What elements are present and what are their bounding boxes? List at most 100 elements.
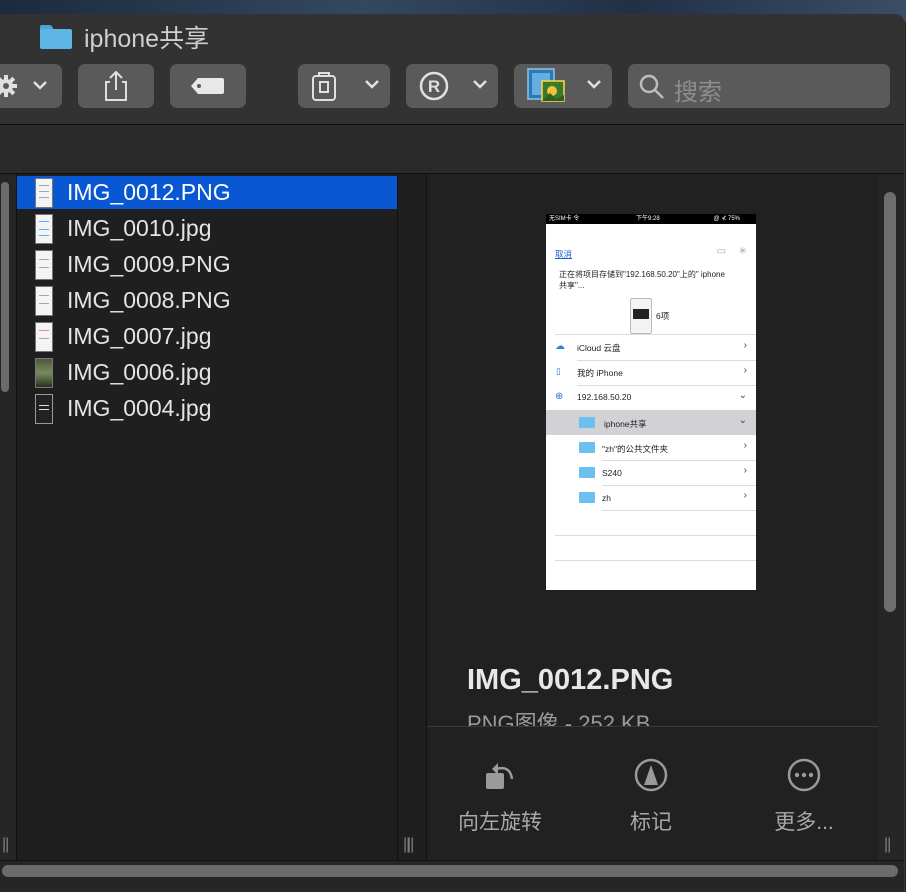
phone-spinner-icon: ✳ (738, 246, 747, 257)
rotate-left-button[interactable]: 向左旋转 (440, 757, 560, 836)
phone-divider (555, 560, 756, 561)
preview-scrollbar[interactable]: || (878, 174, 904, 860)
file-name: IMG_0004.jpg (67, 395, 212, 421)
more-label: 更多... (774, 811, 834, 834)
phone-divider (602, 460, 756, 461)
chevron-right-icon: › (743, 440, 747, 451)
file-list: IMG_0012.PNG IMG_0010.jpg IMG_0009.PNG I… (17, 174, 410, 860)
path-bar (0, 125, 904, 174)
tag-button[interactable] (170, 64, 246, 108)
chevron-right-icon: › (743, 365, 747, 376)
phone-status-time: 下午9:28 (636, 216, 660, 222)
photo-film-icon (527, 68, 565, 102)
phone-folder-label: iphone共享 (604, 419, 647, 429)
chevron-right-icon: › (743, 340, 747, 351)
column-resize-handle[interactable]: || (884, 836, 891, 854)
file-row-img-0008[interactable]: IMG_0008.PNG (17, 284, 397, 317)
preview-scrollbar-knob[interactable] (884, 192, 896, 612)
chevron-down-icon: ⌄ (738, 415, 747, 426)
chevron-down-icon: ⌄ (738, 390, 747, 401)
window-title: iphone共享 (40, 20, 209, 54)
file-thumbnail (35, 213, 53, 244)
phone-location-label: 我的 iPhone (577, 368, 623, 378)
more-icon (787, 758, 821, 792)
share-button[interactable] (78, 64, 154, 108)
search-input[interactable]: 搜索 (674, 72, 722, 107)
globe-icon: ⊕ (555, 391, 564, 402)
phone-status-left: 无SIM卡 令 (549, 216, 580, 222)
file-thumbnail (35, 393, 53, 424)
tag-icon (191, 78, 224, 94)
more-button[interactable]: 更多... (744, 757, 864, 836)
chevron-right-icon: › (743, 490, 747, 501)
phone-count: 6项 (656, 311, 670, 321)
chevron-down-icon (473, 80, 487, 89)
registered-dropdown-button[interactable]: R (406, 64, 498, 108)
file-thumbnail (35, 285, 53, 316)
share-icon (105, 70, 127, 101)
app-dropdown-button[interactable] (298, 64, 390, 108)
phone-status-bar: 无SIM卡 令 下午9:28 @ ⊀ 75% (546, 214, 756, 224)
horizontal-scrollbar-knob[interactable] (2, 865, 898, 877)
phone-status-right: @ ⊀ 75% (713, 216, 740, 222)
phone-folder-label: zh (602, 493, 611, 503)
folder-icon (579, 417, 595, 428)
phone-icon: ▯ (556, 366, 561, 376)
file-name: IMG_0008.PNG (67, 287, 231, 313)
file-name: IMG_0007.jpg (67, 323, 212, 349)
file-row-img-0004[interactable]: IMG_0004.jpg (17, 392, 397, 425)
preview-file-info: PNG图像 - 252 KB (467, 711, 651, 728)
phone-file-thumbnail (630, 298, 652, 334)
phone-new-folder-icon: ▭ (716, 246, 726, 257)
file-row-img-0009[interactable]: IMG_0009.PNG (17, 248, 397, 281)
phone-save-sheet: 取消 ▭ ✳ 正在将项目存储到"192.168.50.20"上的" iphone… (546, 226, 756, 590)
folder-icon (579, 467, 595, 478)
rotate-left-label: 向左旋转 (458, 811, 542, 834)
search-icon (639, 74, 664, 99)
chevron-right-icon: › (743, 465, 747, 476)
horizontal-scrollbar[interactable] (0, 860, 904, 892)
chevron-down-icon (365, 80, 379, 89)
markup-icon (634, 758, 668, 792)
phone-folder-label: "zh"的公共文件夹 (602, 444, 669, 454)
phone-message: 正在将项目存储到"192.168.50.20"上的" iphone (559, 270, 725, 279)
toolbar: iphone共享 R 搜索 (0, 14, 904, 125)
phone-folder-label: S240 (602, 468, 622, 478)
file-name: IMG_0006.jpg (67, 359, 212, 385)
phone-location-label: iCloud 云盘 (577, 343, 621, 353)
markup-button[interactable]: 标记 (591, 757, 711, 836)
phone-divider (577, 385, 756, 386)
phone-divider (602, 485, 756, 486)
folder-icon (579, 492, 595, 503)
settings-menu-button[interactable] (0, 64, 62, 108)
folder-icon (40, 25, 72, 49)
search-field[interactable]: 搜索 (628, 64, 890, 108)
file-row-img-0012[interactable]: IMG_0012.PNG (17, 176, 397, 209)
left-column-scrollbar[interactable] (1, 182, 9, 392)
phone-message-2: 共享"... (559, 281, 585, 290)
markup-label: 标记 (630, 811, 672, 834)
file-row-img-0006[interactable]: IMG_0006.jpg (17, 356, 397, 389)
quick-actions: 向左旋转 标记 更多... (427, 726, 879, 861)
preview-pane: 无SIM卡 令 下午9:28 @ ⊀ 75% 取消 ▭ ✳ 正在将项目存储到"1… (407, 174, 879, 861)
gear-icon (0, 75, 47, 97)
file-row-img-0010[interactable]: IMG_0010.jpg (17, 212, 397, 245)
file-name: IMG_0012.PNG (67, 179, 231, 205)
window-title-text: iphone共享 (84, 25, 210, 53)
file-name: IMG_0009.PNG (67, 251, 231, 277)
column-resize-handle[interactable]: || (2, 836, 9, 854)
svg-text:R: R (428, 77, 440, 96)
app-store-icon (312, 72, 336, 101)
finder-window: iphone共享 R 搜索 || IMG_0012.PNG IMG_0010.j… (0, 14, 905, 892)
file-row-img-0007[interactable]: IMG_0007.jpg (17, 320, 397, 353)
phone-divider (577, 360, 756, 361)
chevron-down-icon (587, 80, 601, 89)
rotate-left-icon (486, 763, 514, 789)
column-resize-handle[interactable]: || (407, 836, 414, 854)
media-dropdown-button[interactable] (514, 64, 612, 108)
phone-location-label: 192.168.50.20 (577, 392, 632, 402)
file-name: IMG_0010.jpg (67, 215, 212, 241)
phone-folder-row-highlight (546, 410, 756, 435)
phone-divider (602, 510, 756, 511)
left-column: || (0, 174, 17, 860)
